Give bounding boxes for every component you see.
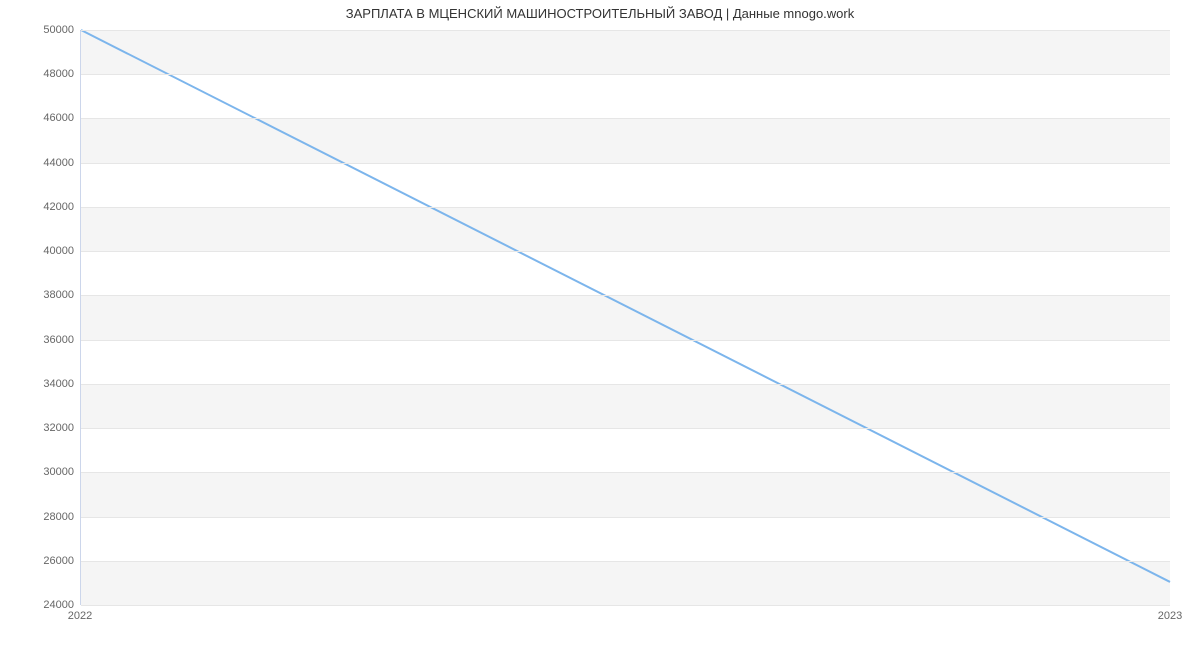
x-axis-label: 2022 (68, 610, 92, 622)
gridline (81, 384, 1170, 385)
gridline (81, 517, 1170, 518)
gridline (81, 340, 1170, 341)
data-line (81, 30, 1170, 582)
y-axis-label: 32000 (4, 422, 74, 434)
y-axis-label: 48000 (4, 68, 74, 80)
y-axis-label: 40000 (4, 245, 74, 257)
gridline (81, 163, 1170, 164)
gridline (81, 428, 1170, 429)
salary-chart: ЗАРПЛАТА В МЦЕНСКИЙ МАШИНОСТРОИТЕЛЬНЫЙ З… (0, 0, 1200, 650)
y-axis-label: 28000 (4, 511, 74, 523)
y-axis-label: 42000 (4, 201, 74, 213)
gridline (81, 295, 1170, 296)
line-series (81, 30, 1170, 604)
y-axis-label: 34000 (4, 378, 74, 390)
gridline (81, 118, 1170, 119)
gridline (81, 30, 1170, 31)
plot-area (80, 30, 1170, 605)
chart-title: ЗАРПЛАТА В МЦЕНСКИЙ МАШИНОСТРОИТЕЛЬНЫЙ З… (0, 6, 1200, 21)
y-axis-label: 26000 (4, 555, 74, 567)
y-axis-label: 24000 (4, 599, 74, 611)
gridline (81, 207, 1170, 208)
y-axis-label: 46000 (4, 112, 74, 124)
gridline (81, 605, 1170, 606)
gridline (81, 561, 1170, 562)
y-axis-label: 30000 (4, 466, 74, 478)
gridline (81, 472, 1170, 473)
gridline (81, 74, 1170, 75)
y-axis-label: 50000 (4, 24, 74, 36)
y-axis-label: 36000 (4, 334, 74, 346)
y-axis-label: 44000 (4, 157, 74, 169)
y-axis-label: 38000 (4, 289, 74, 301)
x-axis-label: 2023 (1158, 610, 1182, 622)
gridline (81, 251, 1170, 252)
